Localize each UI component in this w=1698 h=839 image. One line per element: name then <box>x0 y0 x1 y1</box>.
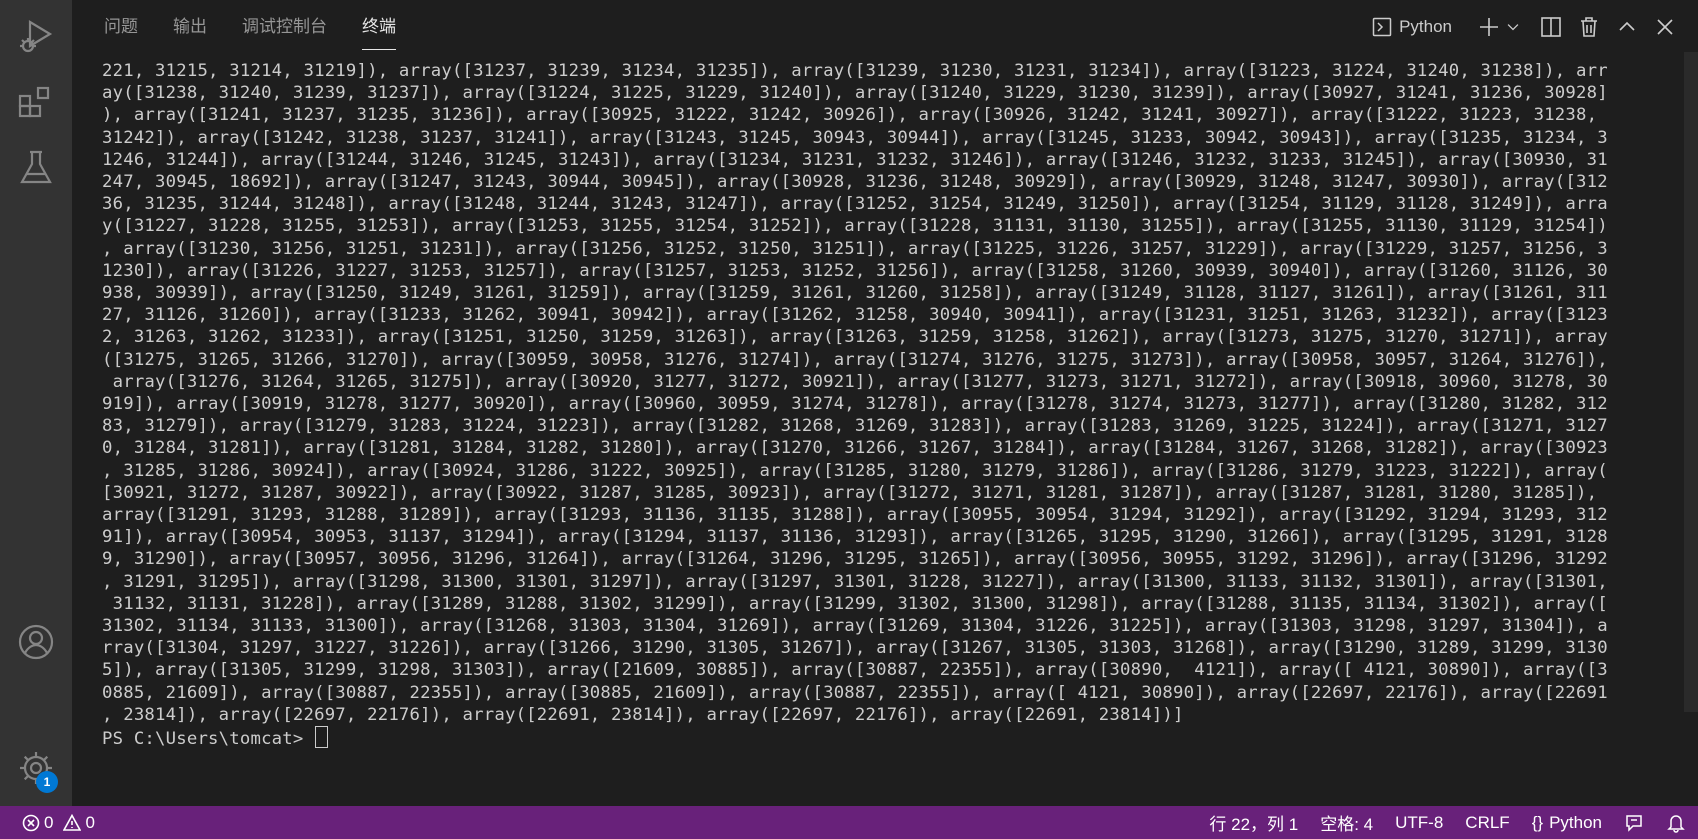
split-terminal-button[interactable] <box>1536 12 1566 42</box>
feedback-icon <box>1626 814 1642 832</box>
terminal-line: , 23814]), array([22697, 22176]), array(… <box>102 704 1184 725</box>
tab-problems[interactable]: 问题 <box>104 0 138 52</box>
terminal-profile-label: Python <box>1399 17 1452 36</box>
terminal-prompt-line: PS C:\Users\tomcat> <box>102 726 1602 750</box>
terminal-dropdown-button[interactable] <box>1504 12 1522 42</box>
terminal-line: [30921, 31272, 31287, 30922]), array([30… <box>102 482 1598 503</box>
terminal-line: ([31275, 31265, 31266, 31270]), array([3… <box>102 349 1608 370</box>
activity-bar: 1 <box>0 0 72 806</box>
terminal-line: 0, 31284, 31281]), array([31281, 31284, … <box>102 438 1608 459</box>
terminal-icon <box>1372 17 1392 37</box>
terminal-line: 83, 31279]), array([31279, 31283, 31224,… <box>102 416 1608 437</box>
extensions-icon[interactable] <box>16 82 56 122</box>
terminal-actions: Python <box>1372 12 1680 42</box>
close-icon <box>1657 19 1673 35</box>
settings-badge: 1 <box>36 771 58 793</box>
terminal-prompt: PS C:\Users\tomcat> <box>102 729 315 750</box>
plus-icon <box>1480 18 1498 36</box>
terminal-line: 919]), array([30919, 31278, 31277, 30920… <box>102 394 1608 415</box>
end-of-line[interactable]: CRLF <box>1465 813 1509 833</box>
new-terminal-button[interactable] <box>1474 12 1504 42</box>
maximize-panel-button[interactable] <box>1612 12 1642 42</box>
terminal-profile-selector[interactable]: Python <box>1372 17 1452 37</box>
chevron-up-icon <box>1619 21 1635 31</box>
terminal-line: 31302, 31134, 31133, 31300]), array([312… <box>102 616 1608 637</box>
split-icon <box>1541 17 1561 37</box>
terminal-line: ay([31238, 31240, 31239, 31237]), array(… <box>102 83 1608 104</box>
terminal-line: 938, 30939]), array([31250, 31249, 31261… <box>102 283 1608 304</box>
close-panel-button[interactable] <box>1650 12 1680 42</box>
problems-status[interactable]: 0 0 <box>22 806 105 839</box>
error-count: 0 <box>44 812 54 832</box>
terminal-line: 1230]), array([31226, 31227, 31253, 3125… <box>102 260 1608 281</box>
terminal-line: array([31276, 31264, 31265, 31275]), arr… <box>102 371 1608 392</box>
encoding[interactable]: UTF-8 <box>1395 813 1443 833</box>
terminal-output[interactable]: 221, 31215, 31214, 31219]), array([31237… <box>102 60 1608 750</box>
terminal-line: y([31227, 31228, 31255, 31253]), array([… <box>102 216 1608 237</box>
tab-terminal[interactable]: 终端 <box>362 0 396 52</box>
terminal-line: 27, 31126, 31260]), array([31233, 31262,… <box>102 305 1608 326</box>
terminal-line: ), array([31241, 31237, 31235, 31236]), … <box>102 105 1598 126</box>
tab-output[interactable]: 输出 <box>173 0 207 52</box>
status-bar: 0 0 行 22，列 1 空格: 4 UTF-8 CRLF {} Python <box>0 806 1698 839</box>
terminal-line: array([31291, 31293, 31288, 31289]), arr… <box>102 505 1608 526</box>
terminal-scrollbar[interactable] <box>1684 52 1698 712</box>
terminal-line: 9, 31290]), array([30957, 30956, 31296, … <box>102 549 1608 570</box>
feedback-button[interactable] <box>1624 813 1644 833</box>
cursor-position[interactable]: 行 22，列 1 <box>1209 810 1298 835</box>
panel-tabs: 问题 输出 调试控制台 终端 <box>104 0 431 52</box>
terminal-line: 31132, 31131, 31228]), array([31289, 312… <box>102 593 1608 614</box>
language-label: Python <box>1549 812 1602 832</box>
kill-terminal-button[interactable] <box>1574 12 1604 42</box>
bell-icon <box>1667 814 1685 833</box>
terminal-line: 36, 31235, 31244, 31248]), array([31248,… <box>102 194 1608 215</box>
terminal-line: , 31291, 31295]), array([31298, 31300, 3… <box>102 571 1608 592</box>
trash-icon <box>1581 17 1597 37</box>
braces-icon: {} <box>1531 812 1544 832</box>
testing-icon[interactable] <box>16 148 56 188</box>
terminal-line: , 31285, 31286, 30924]), array([30924, 3… <box>102 460 1608 481</box>
terminal-line: 0885, 21609]), array([30887, 22355]), ar… <box>102 682 1608 703</box>
terminal-line: 31242]), array([31242, 31238, 31237, 312… <box>102 127 1608 148</box>
indentation[interactable]: 空格: 4 <box>1320 810 1373 835</box>
warning-icon <box>63 813 82 831</box>
run-debug-icon[interactable] <box>16 16 56 56</box>
terminal-line: 5]), array([31305, 31299, 31298, 31303])… <box>102 660 1608 681</box>
warning-count: 0 <box>85 812 95 832</box>
terminal-line: , array([31230, 31256, 31251, 31231]), a… <box>102 238 1608 259</box>
terminal-line: 2, 31263, 31262, 31233]), array([31251, … <box>102 327 1608 348</box>
terminal-line: 247, 30945, 18692]), array([31247, 31243… <box>102 172 1608 193</box>
chevron-down-icon <box>1507 24 1519 31</box>
terminal-line: rray([31304, 31297, 31227, 31226]), arra… <box>102 638 1608 659</box>
terminal-line: 91]), array([30954, 30953, 31137, 31294]… <box>102 527 1608 548</box>
terminal-line: 1246, 31244]), array([31244, 31246, 3124… <box>102 149 1608 170</box>
status-right: 行 22，列 1 空格: 4 UTF-8 CRLF {} Python <box>1187 806 1686 839</box>
tab-debug-console[interactable]: 调试控制台 <box>242 0 327 52</box>
terminal-cursor <box>315 726 329 749</box>
terminal-panel: 问题 输出 调试控制台 终端 Python 221, 31215, 31214,… <box>72 0 1698 806</box>
error-icon <box>22 814 40 831</box>
language-mode[interactable]: {} Python <box>1532 813 1602 833</box>
terminal-line: 221, 31215, 31214, 31219]), array([31237… <box>102 61 1608 81</box>
account-icon[interactable] <box>16 622 56 662</box>
notifications-button[interactable] <box>1666 813 1686 833</box>
